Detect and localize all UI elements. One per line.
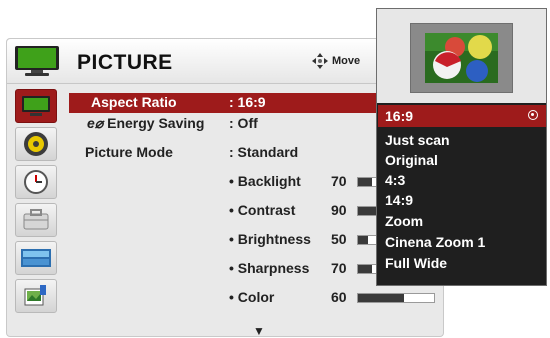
- option-just-scan[interactable]: Just scan: [385, 132, 450, 148]
- brightness-value: 50: [331, 231, 347, 247]
- input-icon: [21, 249, 51, 267]
- contrast-value: 90: [331, 202, 347, 218]
- contrast-fill: [358, 207, 376, 215]
- selected-radio-icon: [528, 110, 538, 120]
- toolbox-icon: [23, 209, 49, 230]
- energy-saving-icon: e⌀: [87, 115, 104, 131]
- aspect-ratio-value[interactable]: : 16:9: [229, 94, 266, 110]
- brightness-label[interactable]: • Brightness: [229, 231, 311, 247]
- photo-music-icon: [24, 285, 46, 306]
- sidebar-item-time[interactable]: [15, 165, 57, 199]
- energy-saving-label[interactable]: e⌀ Energy Saving: [87, 115, 204, 132]
- option-cinema-zoom[interactable]: Cinena Zoom 1: [385, 234, 485, 250]
- option-original[interactable]: Original: [385, 152, 438, 168]
- backlight-label[interactable]: • Backlight: [229, 173, 301, 189]
- sidebar-item-usb[interactable]: [15, 279, 57, 313]
- preview-area: [377, 9, 546, 103]
- sharpness-label[interactable]: • Sharpness: [229, 260, 309, 276]
- aspect-ratio-label[interactable]: Aspect Ratio: [91, 94, 177, 110]
- option-full-wide[interactable]: Full Wide: [385, 255, 447, 271]
- color-bar[interactable]: [357, 293, 435, 303]
- move-hint: Move: [312, 53, 360, 69]
- option-14-9[interactable]: 14:9: [385, 192, 413, 208]
- option-4-3[interactable]: 4:3: [385, 172, 405, 188]
- preview-frame: [410, 23, 513, 93]
- aspect-ratio-popup: 16:9 Just scan Original 4:3 14:9 Zoom Ci…: [376, 8, 547, 286]
- speaker-icon: [24, 132, 48, 156]
- sidebar-item-option[interactable]: [15, 203, 57, 237]
- move-label: Move: [332, 54, 361, 67]
- backlight-fill: [358, 178, 372, 186]
- picture-mode-value[interactable]: : Standard: [229, 144, 298, 160]
- sidebar-item-audio[interactable]: [15, 127, 57, 161]
- color-value: 60: [331, 289, 347, 305]
- energy-saving-value[interactable]: : Off: [229, 115, 258, 131]
- clock-icon: [24, 170, 48, 194]
- sidebar-item-input[interactable]: [15, 241, 57, 275]
- color-label[interactable]: • Color: [229, 289, 274, 305]
- tv-icon: [15, 46, 59, 76]
- contrast-label[interactable]: • Contrast: [229, 202, 295, 218]
- page-title: PICTURE: [77, 51, 173, 74]
- tv-icon: [22, 96, 50, 116]
- navigation-arrows-icon: [312, 53, 328, 69]
- energy-saving-text: Energy Saving: [107, 115, 205, 131]
- option-16-9[interactable]: 16:9: [385, 108, 413, 124]
- backlight-value: 70: [331, 173, 347, 189]
- sidebar-item-picture[interactable]: [15, 89, 57, 123]
- color-fill: [358, 294, 404, 302]
- sharpness-fill: [358, 265, 372, 273]
- brightness-fill: [358, 236, 368, 244]
- option-zoom[interactable]: Zoom: [385, 213, 423, 229]
- category-sidebar: [15, 89, 57, 317]
- preview-image: [425, 33, 498, 83]
- picture-mode-label[interactable]: Picture Mode: [85, 144, 173, 160]
- sharpness-value: 70: [331, 260, 347, 276]
- scroll-down-arrow-icon[interactable]: ▼: [253, 324, 265, 338]
